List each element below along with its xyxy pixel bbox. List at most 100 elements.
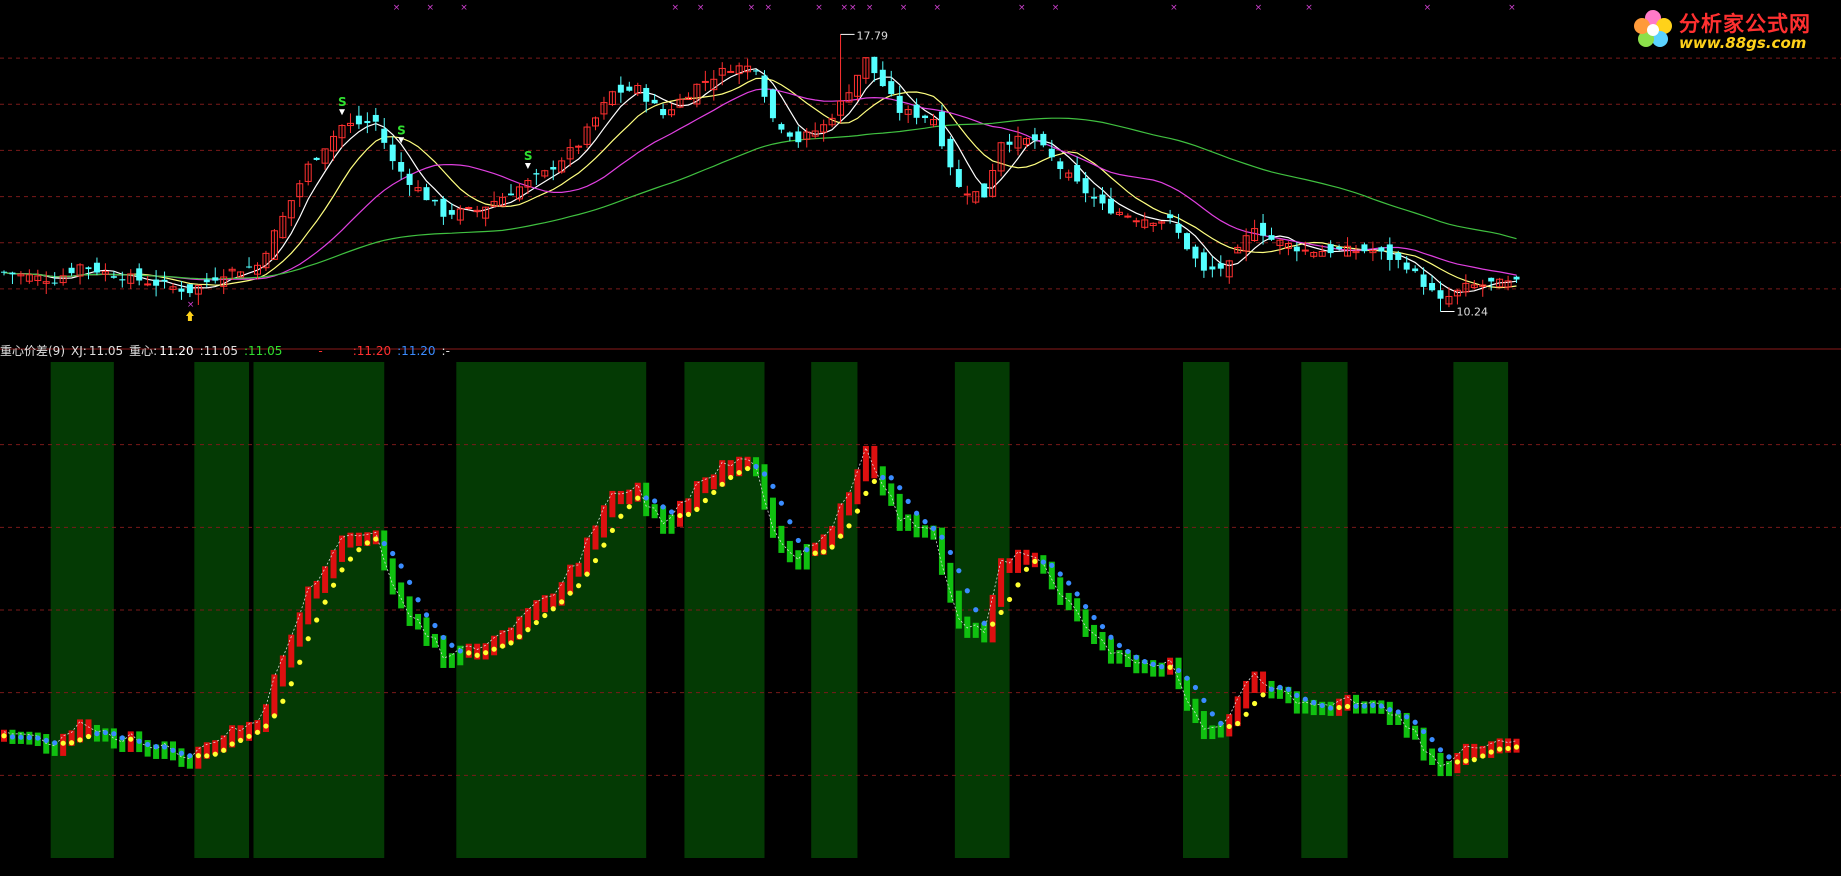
- centroid-dot: [18, 734, 24, 740]
- stock-chart-svg: 17.7910.24SSS× × × × × × × × × × × × × × × × × × × ××: [0, 3, 1841, 858]
- indicator-bar: [423, 617, 430, 646]
- centroid-dot: [1159, 664, 1165, 670]
- indicator-bar: [491, 635, 498, 656]
- centroid-dot: [212, 751, 218, 757]
- indicator-bar: [296, 612, 303, 647]
- centroid-dot: [660, 504, 666, 510]
- indicator-bar: [1243, 680, 1250, 709]
- candle-body: [1217, 263, 1224, 269]
- centroid-dot: [550, 606, 556, 612]
- indicator-bar: [947, 562, 954, 603]
- indicator-bar: [617, 490, 624, 505]
- candle-body: [753, 70, 760, 72]
- indicator-bar: [1091, 624, 1098, 645]
- centroid-dot: [1285, 686, 1291, 693]
- centroid-dot: [1302, 696, 1308, 702]
- centroid-dot: [60, 740, 66, 746]
- candle-body: [313, 157, 320, 160]
- centroid-dot: [804, 547, 810, 553]
- high-price-label: 17.79: [857, 29, 889, 42]
- candle-body: [1268, 235, 1275, 240]
- indicator-name: 重心价差(9): [0, 344, 65, 358]
- top-cross-marker: ×: [672, 3, 680, 13]
- indicator-bar: [533, 600, 540, 621]
- candle-body: [888, 81, 895, 94]
- candle-body: [85, 267, 92, 270]
- centroid-dot: [567, 590, 573, 596]
- centroid-dot: [1142, 659, 1148, 665]
- indicator-bar: [1057, 577, 1064, 605]
- centroid-dot: [618, 513, 624, 519]
- centroid-dot: [1268, 686, 1275, 692]
- site-logo[interactable]: 分析家公式网 www.88gs.com: [1629, 6, 1829, 54]
- candle-body: [651, 99, 658, 104]
- indicator-bar: [431, 633, 438, 648]
- centroid-dot: [128, 736, 134, 742]
- centroid-dot: [415, 597, 421, 603]
- candle-body: [533, 173, 540, 175]
- sell-signal-arrow-icon: [524, 163, 531, 170]
- centroid-dot: [1412, 719, 1418, 725]
- candle-body: [364, 120, 371, 124]
- centroid-dot: [271, 713, 277, 719]
- centroid-dot: [457, 648, 463, 654]
- candle-body: [144, 283, 152, 286]
- centroid-dot: [449, 642, 455, 648]
- top-cross-marker: ×: [427, 3, 435, 13]
- centroid-dot: [939, 534, 945, 540]
- centroid-dot: [871, 478, 877, 485]
- candle-body: [1175, 223, 1182, 233]
- candle-body: [701, 80, 709, 83]
- candle-body: [136, 268, 143, 281]
- centroid-dot: [576, 583, 582, 589]
- top-cross-marker: ×: [1424, 3, 1432, 13]
- candle-body: [423, 187, 430, 201]
- candle-body: [212, 277, 219, 281]
- value-6: :11.20: [352, 344, 392, 358]
- centroid-dot: [111, 731, 117, 737]
- candle-body: [203, 279, 210, 283]
- indicator-bar: [660, 506, 667, 534]
- indicator-bar: [1429, 748, 1436, 765]
- centroid-dot: [145, 741, 151, 748]
- indicator-bar: [972, 622, 979, 638]
- centroid-dot: [635, 495, 641, 501]
- centroid-dot: [719, 481, 725, 487]
- top-cross-marker: ×: [460, 3, 468, 13]
- centroid-dot: [9, 734, 16, 740]
- centroid-dot: [1471, 757, 1477, 763]
- candle-body: [1386, 244, 1393, 260]
- centroid-dot: [1421, 728, 1427, 735]
- centroid-dot: [668, 509, 675, 515]
- centroid-dot: [1454, 759, 1460, 765]
- candle-body: [727, 70, 735, 73]
- candle-body: [626, 86, 633, 91]
- centroid-dot: [956, 568, 962, 574]
- centroid-dot: [204, 753, 210, 759]
- top-cross-marker: ×: [849, 3, 857, 13]
- centroid-dot: [1361, 703, 1368, 709]
- centroid-dot: [1429, 736, 1435, 743]
- centroid-dot: [1201, 697, 1207, 703]
- indicator-bar: [879, 466, 886, 496]
- candle-body: [153, 279, 160, 286]
- centroid-dot: [888, 475, 894, 481]
- indicator-bar: [778, 525, 785, 553]
- candle-body: [575, 145, 583, 148]
- candle-body: [660, 108, 667, 116]
- centroid-dot: [947, 549, 954, 556]
- centroid-dot: [516, 634, 523, 640]
- centroid-dot: [491, 646, 497, 652]
- indicator-bar: [567, 564, 574, 595]
- centroid-dot: [795, 537, 801, 544]
- candle-body: [1048, 148, 1055, 158]
- candle-body: [1378, 247, 1385, 252]
- indicator-bar: [829, 526, 836, 547]
- centroid-dot: [1133, 654, 1139, 660]
- candle-body: [1082, 178, 1089, 194]
- centroid-dot: [1328, 705, 1334, 711]
- candle-body: [1412, 268, 1419, 272]
- centroid-dot: [1387, 707, 1393, 713]
- indicator-bar: [1386, 701, 1393, 725]
- centroid-dot: [187, 753, 193, 759]
